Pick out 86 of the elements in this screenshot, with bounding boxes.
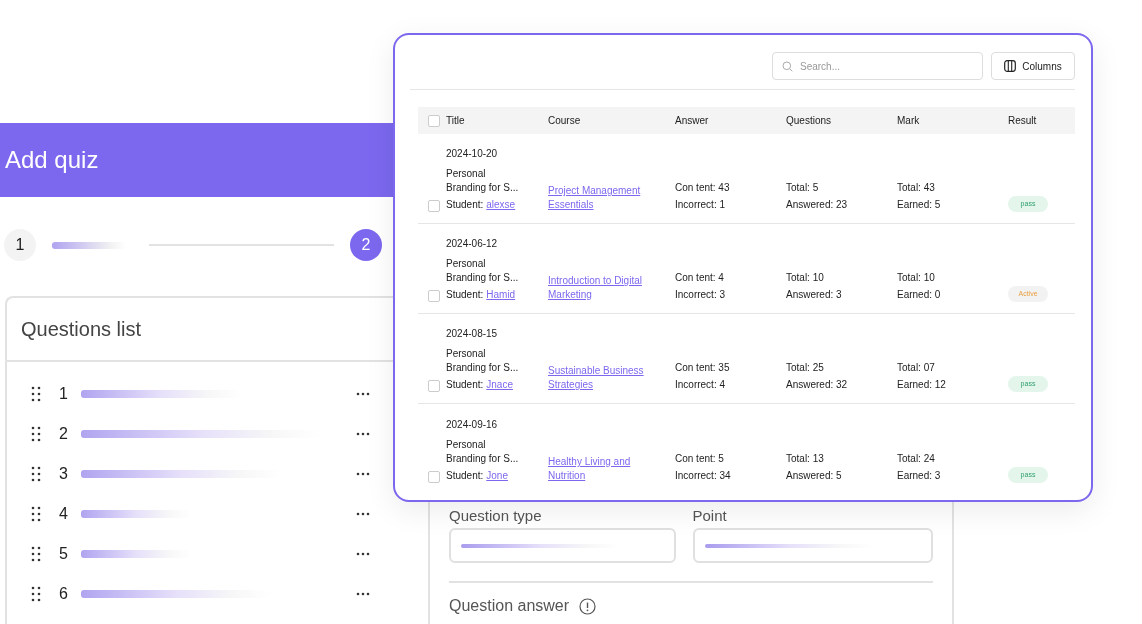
course-link[interactable]: Sustainable Business Strategies [548,364,660,392]
student-label: Student: [446,288,484,302]
column-header: Questions [786,115,833,126]
drag-handle-icon[interactable] [31,586,41,602]
date-text: 2024-06-12 [446,237,499,251]
checkbox[interactable] [428,114,440,127]
step-indicator[interactable]: 1 [4,229,36,261]
more-icon[interactable] [356,472,370,476]
quiz-title: Personal Branding for S... [446,438,520,466]
answer-text: Con tent: 43 [675,181,731,195]
mark-text: Total: 10 [897,271,936,285]
mark-text: Total: 24 [897,452,936,466]
date-text: 2024-10-20 [446,147,499,161]
checkbox[interactable] [428,200,440,212]
drag-handle-icon[interactable] [31,546,41,562]
answer-text: Incorrect: 34 [675,469,732,483]
question-number: 6 [59,585,69,603]
student-label: Student: [446,198,484,212]
mark-text: Earned: 12 [897,378,947,392]
column-header: Course [548,115,582,126]
student-label: Student: [446,378,484,392]
drag-handle-icon[interactable] [31,386,41,402]
question-number: 5 [59,545,69,563]
question-number: 3 [59,465,69,483]
checkbox[interactable] [428,290,440,302]
date-text: 2024-09-16 [446,418,499,432]
drag-handle-icon[interactable] [31,506,41,522]
search-field[interactable]: Search... [772,52,983,80]
questions-text: Answered: 23 [786,198,849,212]
questions-text: Total: 5 [786,181,820,195]
student-link[interactable]: alexse [486,198,516,212]
questions-text: Total: 10 [786,271,825,285]
more-icon[interactable] [356,512,370,516]
student-link[interactable]: Jone [486,469,508,483]
questions-text: Answered: 5 [786,469,843,483]
step-indicator[interactable]: 2 [350,229,382,261]
field-label: Question type [449,507,543,524]
answer-text: Incorrect: 4 [675,378,727,392]
quiz-title: Personal Branding for S... [446,347,520,375]
page-title: Add quiz [5,146,99,174]
field-label: Question answer [449,597,570,615]
questions-text: Total: 13 [786,452,825,466]
question-number: 1 [59,385,69,403]
column-header: Result [1008,115,1038,126]
field-label: Point [692,507,728,524]
quiz-title: Personal Branding for S... [446,257,520,285]
input-field[interactable] [449,528,676,563]
columns-icon [1004,60,1017,72]
more-icon[interactable] [356,432,370,436]
answer-text: Incorrect: 1 [675,198,727,212]
answer-text: Con tent: 4 [675,271,725,285]
quiz-title: Personal Branding for S... [446,167,520,195]
more-icon[interactable] [356,592,370,596]
mark-text: Earned: 5 [897,198,942,212]
student-link[interactable]: Jnace [486,378,513,392]
answer-text: Con tent: 5 [675,452,725,466]
course-link[interactable]: Project Management Essentials [548,184,660,212]
student-link[interactable]: Hamid [486,288,516,302]
drag-handle-icon[interactable] [31,466,41,482]
questions-text: Answered: 32 [786,378,849,392]
drag-handle-icon[interactable] [31,426,41,442]
course-link[interactable]: Healthy Living and Nutrition [548,455,660,483]
questions-text: Total: 25 [786,361,825,375]
input-field[interactable] [692,528,933,563]
date-text: 2024-08-15 [446,327,499,341]
columns-button[interactable]: Columns [991,52,1075,80]
mark-text: Earned: 0 [897,288,942,302]
more-icon[interactable] [356,392,370,396]
checkbox[interactable] [428,471,440,483]
mark-text: Total: 43 [897,181,936,195]
answer-text: Incorrect: 3 [675,288,727,302]
question-number: 2 [59,425,69,443]
checkbox[interactable] [428,380,440,392]
course-link[interactable]: Introduction to Digital Marketing [548,274,660,302]
mark-text: Earned: 3 [897,469,942,483]
student-label: Student: [446,469,484,483]
column-header: Title [446,115,466,126]
answer-text: Con tent: 35 [675,361,731,375]
column-header: Answer [675,115,710,126]
column-header: Mark [897,115,921,126]
question-number: 4 [59,505,69,523]
info-icon[interactable] [579,597,597,615]
more-icon[interactable] [356,552,370,556]
card-title: Questions list [21,317,142,341]
mark-text: Total: 07 [897,361,936,375]
questions-text: Answered: 3 [786,288,843,302]
